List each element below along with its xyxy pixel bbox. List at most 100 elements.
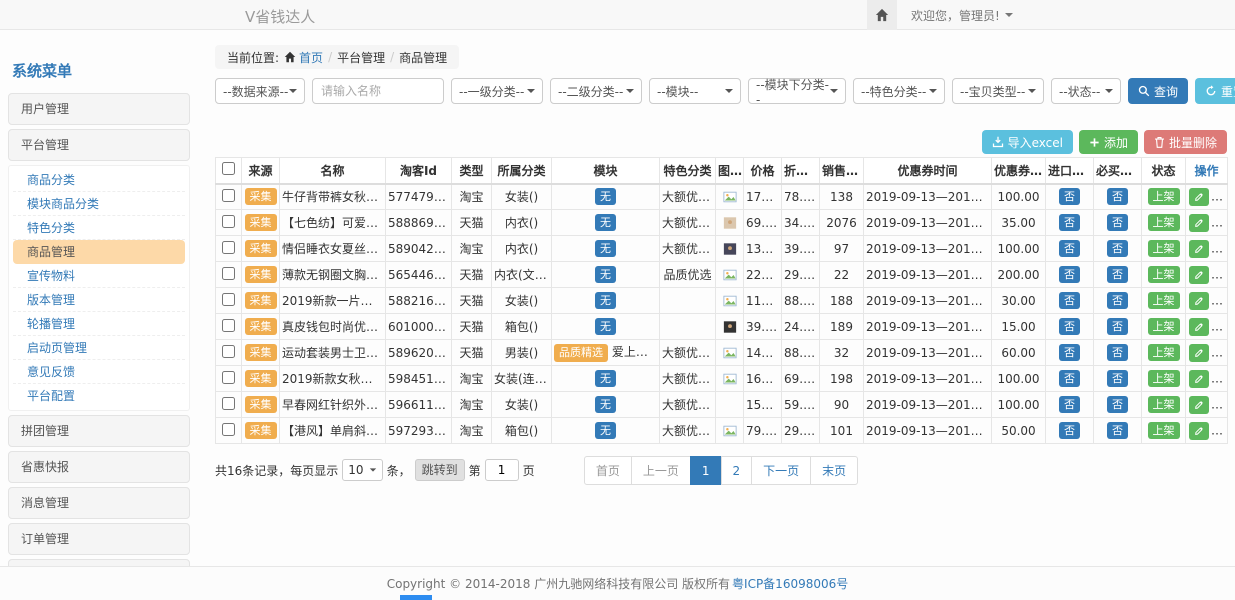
breadcrumb-home-link[interactable]: 首页 — [284, 49, 323, 66]
must-buy-toggle-badge[interactable]: 否 — [1107, 266, 1128, 283]
edit-button[interactable] — [1189, 344, 1209, 362]
import-toggle-badge[interactable]: 否 — [1059, 266, 1080, 283]
must-buy-toggle-badge[interactable]: 否 — [1107, 188, 1128, 205]
sidebar-subitem-goods-management[interactable]: 商品管理 — [13, 240, 185, 264]
row-checkbox[interactable] — [222, 241, 235, 254]
row-checkbox[interactable] — [222, 215, 235, 228]
status-badge[interactable]: 上架 — [1148, 188, 1180, 205]
column-header: 必买清单 — [1094, 158, 1142, 184]
row-checkbox[interactable] — [222, 293, 235, 306]
edit-button[interactable] — [1189, 370, 1209, 388]
row-checkbox[interactable] — [222, 189, 235, 202]
jump-page-input[interactable] — [485, 459, 519, 481]
sidebar-subitem-carousel[interactable]: 轮播管理 — [13, 312, 185, 336]
must-buy-toggle-badge[interactable]: 否 — [1107, 370, 1128, 387]
sidebar-item-group-buy[interactable]: 拼团管理 — [8, 415, 190, 447]
import-toggle-badge[interactable]: 否 — [1059, 370, 1080, 387]
edit-button[interactable] — [1189, 318, 1209, 336]
sidebar-item-exchange[interactable]: 兑换管理 — [8, 559, 190, 566]
status-badge[interactable]: 上架 — [1148, 266, 1180, 283]
import-toggle-badge[interactable]: 否 — [1059, 344, 1080, 361]
sidebar-subitem-module-goods-category[interactable]: 模块商品分类 — [13, 192, 185, 216]
sidebar-item-users[interactable]: 用户管理 — [8, 93, 190, 125]
item-type-select[interactable]: --宝贝类型-- — [952, 78, 1044, 104]
row-checkbox[interactable] — [222, 371, 235, 384]
edit-button[interactable] — [1189, 396, 1209, 414]
sidebar-item-platform[interactable]: 平台管理 — [8, 129, 190, 161]
edit-button[interactable] — [1189, 240, 1209, 258]
import-toggle-badge[interactable]: 否 — [1059, 396, 1080, 413]
module-select[interactable]: --模块-- — [649, 78, 741, 104]
cell-taoke-id: 565446685867 — [386, 262, 452, 288]
level1-category-select[interactable]: --一级分类-- — [451, 78, 543, 104]
import-toggle-badge[interactable]: 否 — [1059, 214, 1080, 231]
cell-icon — [716, 262, 744, 288]
row-checkbox[interactable] — [222, 319, 235, 332]
jump-button[interactable]: 跳转到 — [415, 459, 465, 481]
row-checkbox[interactable] — [222, 267, 235, 280]
sidebar-item-order[interactable]: 订单管理 — [8, 523, 190, 555]
page-button-2[interactable]: 2 — [721, 456, 753, 485]
edit-button[interactable] — [1189, 292, 1209, 310]
import-toggle-badge[interactable]: 否 — [1059, 188, 1080, 205]
edit-button[interactable] — [1189, 188, 1209, 206]
status-badge[interactable]: 上架 — [1148, 396, 1180, 413]
batch-delete-button[interactable]: 批量删除 — [1144, 130, 1227, 154]
feature-category-select[interactable]: --特色分类-- — [853, 78, 945, 104]
status-badge[interactable]: 上架 — [1148, 292, 1180, 309]
reset-button[interactable]: 重置 — [1195, 78, 1235, 104]
user-menu[interactable]: 欢迎您，管理员! — [911, 7, 1013, 24]
page-size-select[interactable]: 10 — [342, 459, 382, 481]
module-sub-category-select[interactable]: --模块下分类-- — [748, 78, 846, 104]
level2-category-select[interactable]: --二级分类-- — [550, 78, 642, 104]
must-buy-toggle-badge[interactable]: 否 — [1107, 240, 1128, 257]
page-button-下一页[interactable]: 下一页 — [751, 456, 811, 485]
page-button-上一页[interactable]: 上一页 — [631, 456, 691, 485]
import-toggle-badge[interactable]: 否 — [1059, 240, 1080, 257]
import-toggle-badge[interactable]: 否 — [1059, 422, 1080, 439]
status-badge[interactable]: 上架 — [1148, 318, 1180, 335]
scrollbar-thumb[interactable] — [400, 595, 432, 600]
page-button-1[interactable]: 1 — [690, 456, 722, 485]
page-button-末页[interactable]: 末页 — [810, 456, 858, 485]
page-button-首页[interactable]: 首页 — [584, 456, 632, 485]
sidebar-subitem-goods-category[interactable]: 商品分类 — [13, 168, 185, 192]
query-button[interactable]: 查询 — [1128, 78, 1188, 104]
jump-pre-text: 第 — [469, 462, 481, 479]
home-button[interactable] — [867, 0, 897, 30]
status-badge[interactable]: 上架 — [1148, 370, 1180, 387]
status-badge[interactable]: 上架 — [1148, 240, 1180, 257]
select-all-checkbox[interactable] — [222, 162, 235, 175]
sidebar-subitem-splash-page[interactable]: 启动页管理 — [13, 336, 185, 360]
row-checkbox[interactable] — [222, 345, 235, 358]
sidebar-subitem-feature-category[interactable]: 特色分类 — [13, 216, 185, 240]
must-buy-toggle-badge[interactable]: 否 — [1107, 318, 1128, 335]
status-badge[interactable]: 上架 — [1148, 214, 1180, 231]
status-badge[interactable]: 上架 — [1148, 344, 1180, 361]
import-toggle-badge[interactable]: 否 — [1059, 292, 1080, 309]
sidebar-subitem-platform-config[interactable]: 平台配置 — [13, 384, 185, 408]
row-checkbox[interactable] — [222, 397, 235, 410]
data-source-select[interactable]: --数据来源-- — [215, 78, 305, 104]
must-buy-toggle-badge[interactable]: 否 — [1107, 422, 1128, 439]
edit-button[interactable] — [1189, 214, 1209, 232]
icp-link[interactable]: 粤ICP备16098006号 — [732, 575, 848, 592]
import-toggle-badge[interactable]: 否 — [1059, 318, 1080, 335]
edit-button[interactable] — [1189, 266, 1209, 284]
status-select[interactable]: --状态-- — [1051, 78, 1121, 104]
sidebar-subitem-promo-material[interactable]: 宣传物料 — [13, 264, 185, 288]
edit-button[interactable] — [1189, 422, 1209, 440]
must-buy-toggle-badge[interactable]: 否 — [1107, 344, 1128, 361]
name-input[interactable] — [312, 78, 444, 104]
import-excel-button[interactable]: 导入excel — [982, 130, 1073, 154]
sidebar-item-express[interactable]: 省惠快报 — [8, 451, 190, 483]
status-badge[interactable]: 上架 — [1148, 422, 1180, 439]
add-button[interactable]: 添加 — [1079, 130, 1138, 154]
sidebar-item-message[interactable]: 消息管理 — [8, 487, 190, 519]
sidebar-subitem-version[interactable]: 版本管理 — [13, 288, 185, 312]
must-buy-toggle-badge[interactable]: 否 — [1107, 396, 1128, 413]
row-checkbox[interactable] — [222, 423, 235, 436]
sidebar-subitem-feedback[interactable]: 意见反馈 — [13, 360, 185, 384]
must-buy-toggle-badge[interactable]: 否 — [1107, 214, 1128, 231]
must-buy-toggle-badge[interactable]: 否 — [1107, 292, 1128, 309]
